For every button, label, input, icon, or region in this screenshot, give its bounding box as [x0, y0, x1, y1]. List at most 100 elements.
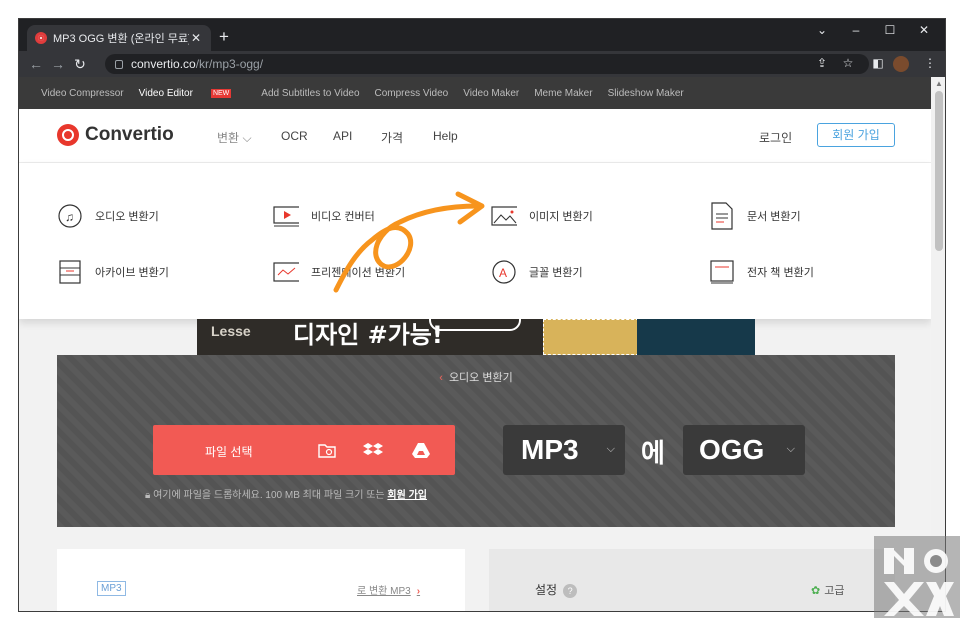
tools-nav-link[interactable]: Add Subtitles to Video: [261, 88, 359, 99]
dropdown-video[interactable]: 비디오 컨버터: [273, 203, 375, 229]
tools-nav-link[interactable]: Video Editor NEW: [139, 88, 247, 99]
format-badge: MP3: [97, 581, 126, 596]
scroll-up-icon[interactable]: ▲: [935, 79, 943, 88]
converter-panel: ‹ 오디오 변환기 파일 선택 🔒︎ 여기에 파일을 드롭하세요. 100 MB …: [57, 355, 895, 527]
back-to-audio-link[interactable]: ‹ 오디오 변환기: [57, 369, 895, 385]
dropdown-document[interactable]: 문서 변환기: [709, 202, 801, 230]
banner-headline: 디자인 #가능!: [293, 321, 443, 349]
banner-ghost-text: Lesse: [211, 323, 251, 339]
close-window-icon[interactable]: ✕: [913, 23, 935, 41]
music-note-icon: ♫: [57, 203, 83, 229]
svg-text:A: A: [499, 266, 507, 280]
format-info-card: MP3 로 변환 MP3 ›: [57, 549, 465, 611]
close-tab-icon[interactable]: ✕: [189, 31, 203, 45]
dropdown-image[interactable]: 이미지 변환기: [491, 203, 593, 229]
tab-search-icon[interactable]: ⌄: [811, 23, 833, 41]
settings-label: 설정: [535, 583, 558, 597]
new-tab-icon[interactable]: +: [219, 28, 229, 45]
drop-signup-link[interactable]: 회원 가입: [387, 490, 427, 501]
svg-text:♫: ♫: [65, 210, 74, 224]
tab-title: MP3 OGG 변환 (온라인 무료) — C: [53, 33, 189, 45]
menu-convert[interactable]: 변환 ⌵: [217, 129, 252, 146]
to-format: OGG: [699, 434, 765, 465]
signup-button[interactable]: 회원 가입: [817, 123, 895, 147]
document-icon: [709, 202, 735, 230]
menu-ocr[interactable]: OCR: [281, 129, 308, 143]
watermark-logo: [874, 536, 960, 618]
tools-nav-label: Video Editor: [138, 87, 193, 99]
menu-pricing[interactable]: 가격: [381, 129, 403, 146]
share-icon[interactable]: ⇪: [813, 56, 831, 70]
dropdown-label: 이미지 변환기: [529, 211, 593, 223]
menu-api[interactable]: API: [333, 129, 352, 143]
convert-to-link[interactable]: 로 변환 MP3 ›: [357, 582, 420, 597]
site-logo[interactable]: Convertio: [57, 124, 174, 146]
bookmark-star-icon[interactable]: ☆: [839, 56, 857, 70]
site-header: Convertio 변환 ⌵ OCR API 가격 Help 로그인 회원 가입: [19, 109, 931, 163]
menu-help[interactable]: Help: [433, 129, 458, 143]
dropdown-label: 전자 책 변환기: [747, 267, 814, 279]
logo-text: Convertio: [85, 124, 174, 145]
settings-heading: 설정?: [535, 581, 578, 598]
dropdown-archive[interactable]: 아카이브 변환기: [57, 259, 169, 285]
folder-search-icon[interactable]: [317, 441, 337, 459]
drop-note-text: 여기에 파일을 드롭하세요. 100 MB 최대 파일 크기 또는: [153, 490, 385, 501]
tools-nav-link[interactable]: Slideshow Maker: [608, 88, 684, 99]
tools-nav-link[interactable]: Video Maker: [463, 88, 519, 99]
dropbox-icon[interactable]: [363, 441, 383, 459]
tools-nav-link[interactable]: Compress Video: [375, 88, 449, 99]
tools-nav-link[interactable]: Video Compressor: [41, 88, 124, 99]
dropdown-presentation[interactable]: 프리젠테이션 변환기: [273, 259, 405, 285]
chevron-right-icon: ›: [416, 586, 421, 597]
url-path: /kr/mp3-ogg/: [195, 57, 264, 71]
help-icon[interactable]: ?: [563, 584, 578, 598]
dropdown-font[interactable]: A 글꼴 변환기: [491, 259, 583, 285]
convertio-logo-icon: [57, 124, 79, 146]
profile-avatar[interactable]: [893, 56, 909, 72]
to-word: 에: [641, 439, 665, 469]
ebook-icon: [709, 259, 735, 285]
settings-card: 설정? ✿ 고급: [489, 549, 895, 611]
chevron-left-icon: ‹: [439, 372, 443, 384]
maximize-icon[interactable]: ☐: [879, 23, 901, 41]
browser-toolbar: ← → ↻ convertio.co/kr/mp3-ogg/ ⇪ ☆ ◧ ⋮: [19, 51, 945, 77]
from-format-select[interactable]: MP3 ⌵: [503, 425, 625, 475]
page-scrollbar[interactable]: ▲: [931, 77, 945, 611]
menu-convert-label: 변환: [217, 131, 240, 145]
back-label: 오디오 변환기: [448, 372, 513, 384]
ad-banner[interactable]: Lesse 디자인 #가능!: [197, 319, 755, 355]
reload-icon[interactable]: ↻: [69, 56, 91, 73]
side-panel-icon[interactable]: ◧: [869, 56, 887, 70]
dropdown-label: 프리젠테이션 변환기: [311, 267, 406, 279]
back-icon[interactable]: ←: [25, 56, 47, 72]
google-drive-icon[interactable]: [411, 441, 431, 459]
tools-nav: Video Compressor Video Editor NEW Add Sub…: [19, 77, 931, 109]
video-icon: [273, 203, 299, 229]
new-badge: NEW: [210, 88, 232, 98]
to-format-select[interactable]: OGG ⌵: [683, 425, 805, 475]
tools-nav-link[interactable]: Meme Maker: [534, 88, 592, 99]
minimize-icon[interactable]: –: [845, 23, 867, 41]
dropdown-label: 오디오 변환기: [95, 211, 159, 223]
dropdown-label: 아카이브 변환기: [95, 267, 169, 279]
dropdown-label: 글꼴 변환기: [529, 267, 583, 279]
lock-icon: [115, 59, 123, 69]
choose-files-button[interactable]: 파일 선택: [153, 425, 455, 475]
scrollbar-thumb[interactable]: [935, 91, 943, 251]
banner-button[interactable]: [429, 319, 521, 331]
address-bar[interactable]: convertio.co/kr/mp3-ogg/: [105, 54, 869, 74]
gear-icon: ✿: [811, 585, 821, 597]
dropdown-ebook[interactable]: 전자 책 변환기: [709, 259, 814, 285]
archive-icon: [57, 259, 83, 285]
choose-files-label: 파일 선택: [205, 445, 253, 459]
advanced-settings-link[interactable]: ✿ 고급: [811, 582, 844, 598]
dropdown-audio[interactable]: ♫ 오디오 변환기: [57, 203, 159, 229]
advanced-label: 고급: [824, 585, 845, 597]
more-menu-icon[interactable]: ⋮: [921, 56, 939, 70]
converter-dropdown: ♫ 오디오 변환기 비디오 컨버터 이미지 변환기 문서 변환기 아카이브 변환…: [19, 163, 931, 319]
browser-tab[interactable]: MP3 OGG 변환 (온라인 무료) — C ✕: [27, 25, 211, 51]
forward-icon[interactable]: →: [47, 56, 69, 72]
url-host: convertio.co: [131, 57, 196, 71]
login-link[interactable]: 로그인: [759, 129, 792, 146]
image-icon: [491, 203, 517, 229]
